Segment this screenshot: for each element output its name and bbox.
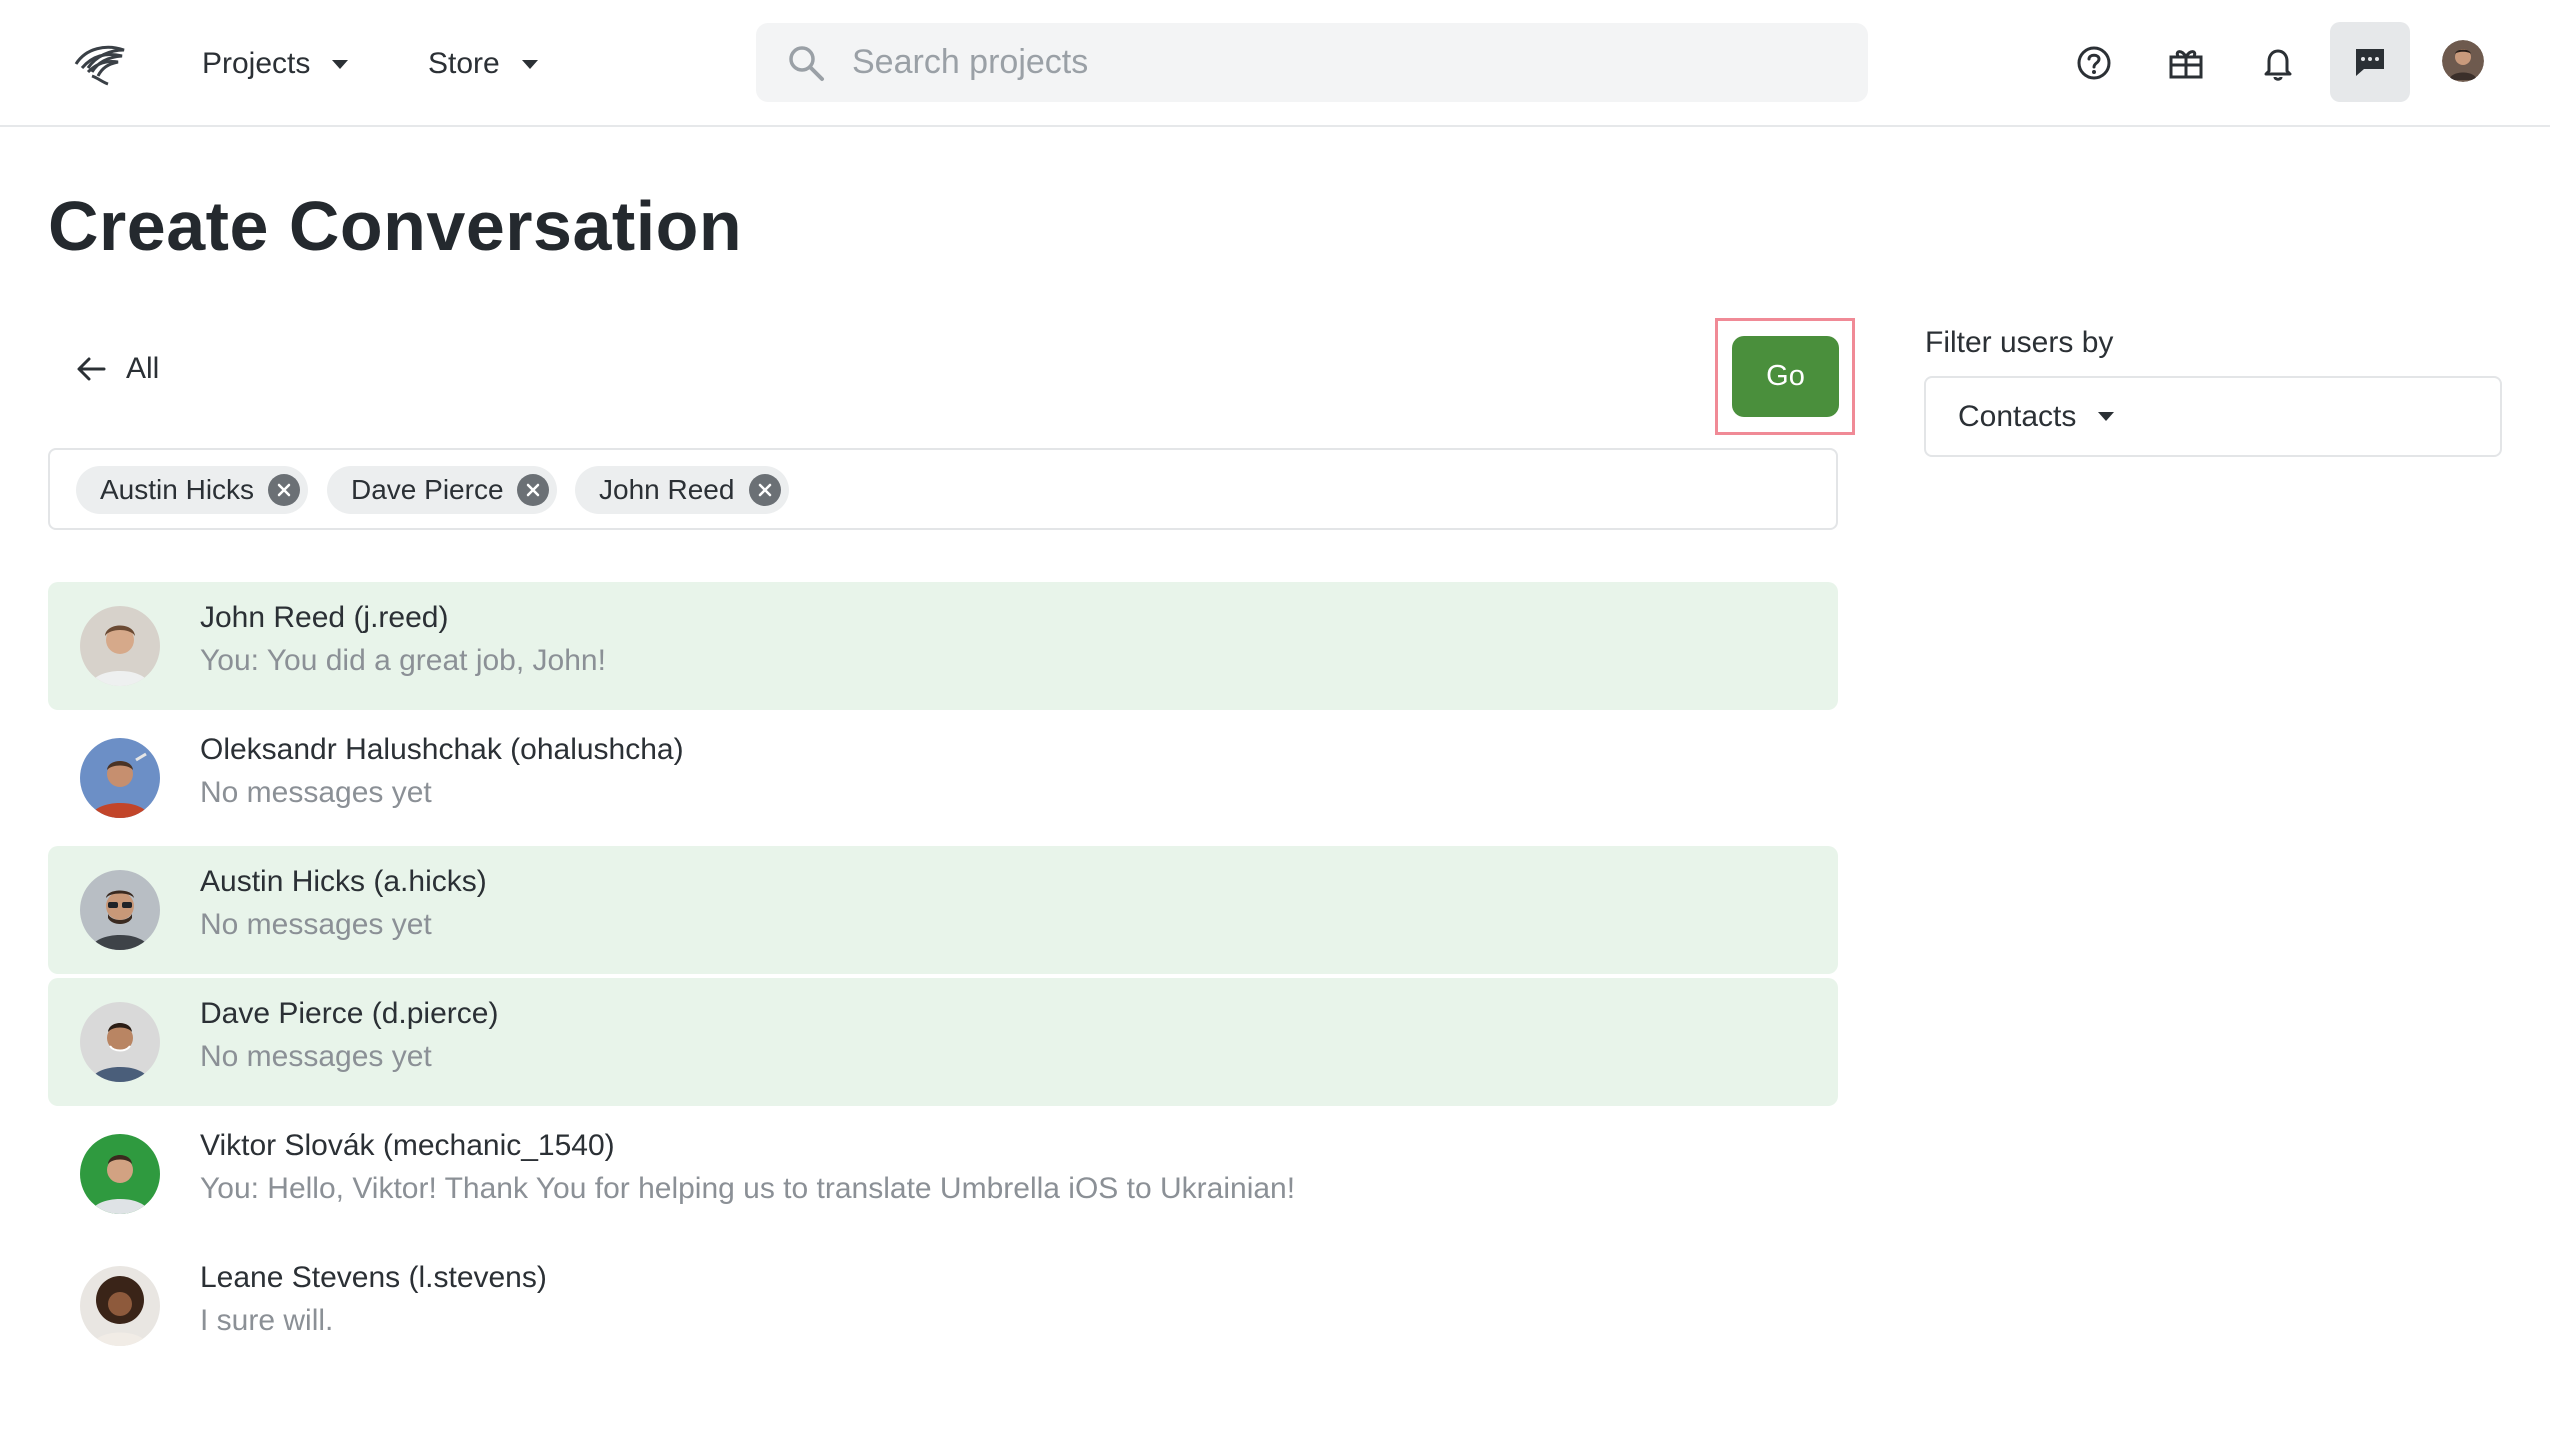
- search-icon: [786, 43, 826, 83]
- remove-chip-button[interactable]: [749, 474, 781, 506]
- avatar: [80, 1266, 160, 1346]
- last-message: I sure will.: [200, 1304, 334, 1337]
- go-button[interactable]: Go: [1732, 336, 1839, 417]
- last-message: No messages yet: [200, 1040, 432, 1073]
- last-message: No messages yet: [200, 776, 432, 809]
- chip-label: Dave Pierce: [351, 474, 504, 505]
- filter-selected-value: Contacts: [1958, 399, 2077, 433]
- close-icon: [758, 483, 772, 497]
- filter-users-select[interactable]: Contacts: [1924, 376, 2502, 457]
- notifications-button[interactable]: [2256, 41, 2300, 85]
- filter-label: Filter users by: [1925, 326, 2114, 359]
- chip-label: John Reed: [599, 474, 735, 505]
- last-message: You: You did a great job, John!: [200, 644, 606, 677]
- page-title: Create Conversation: [48, 187, 743, 265]
- nav-store-label: Store: [428, 47, 500, 80]
- nav-projects-label: Projects: [202, 47, 311, 80]
- close-icon: [526, 483, 540, 497]
- user-name: Leane Stevens (l.stevens): [200, 1261, 547, 1294]
- search-bar: [756, 23, 1868, 102]
- search-input[interactable]: [852, 23, 1842, 102]
- user-list-item[interactable]: Austin Hicks (a.hicks) No messages yet: [48, 846, 1838, 974]
- avatar: [80, 738, 160, 818]
- user-list-item[interactable]: John Reed (j.reed) You: You did a great …: [48, 582, 1838, 710]
- selected-recipients-field[interactable]: Austin Hicks Dave Pierce John Reed: [48, 448, 1838, 530]
- back-to-all-button[interactable]: All: [74, 352, 159, 386]
- avatar: [80, 1002, 160, 1082]
- remove-chip-button[interactable]: [517, 474, 549, 506]
- app-logo[interactable]: [72, 42, 128, 86]
- last-message: You: Hello, Viktor! Thank You for helpin…: [200, 1172, 1296, 1205]
- last-message: No messages yet: [200, 908, 432, 941]
- help-button[interactable]: [2072, 41, 2116, 85]
- nav-store-dropdown[interactable]: Store: [428, 40, 538, 88]
- chip-label: Austin Hicks: [100, 474, 255, 505]
- user-name: Austin Hicks (a.hicks): [200, 865, 487, 898]
- arrow-left-icon: [77, 357, 106, 381]
- user-name: John Reed (j.reed): [200, 601, 449, 634]
- user-avatar[interactable]: [2442, 40, 2484, 82]
- chevron-down-icon: [521, 59, 538, 69]
- user-name: Viktor Slovák (mechanic_1540): [200, 1129, 615, 1162]
- chat-icon: [2356, 49, 2384, 76]
- bell-icon: [2264, 49, 2292, 81]
- avatar: [80, 870, 160, 950]
- user-list-item[interactable]: Oleksandr Halushchak (ohalushcha) No mes…: [48, 714, 1838, 842]
- recipient-chip: John Reed: [575, 466, 789, 514]
- gift-icon: [2169, 50, 2203, 79]
- back-label: All: [126, 352, 160, 385]
- close-icon: [277, 483, 291, 497]
- user-list-item[interactable]: Dave Pierce (d.pierce) No messages yet: [48, 978, 1838, 1106]
- nav-projects-dropdown[interactable]: Projects: [202, 40, 349, 88]
- help-circle-icon: [2077, 46, 2111, 80]
- avatar: [80, 1134, 160, 1214]
- user-list-item[interactable]: Leane Stevens (l.stevens) I sure will.: [48, 1242, 1838, 1370]
- gifts-button[interactable]: [2164, 41, 2208, 85]
- chevron-down-icon: [332, 59, 349, 69]
- chevron-down-icon: [2098, 412, 2115, 421]
- recipient-chip: Austin Hicks: [76, 466, 308, 514]
- user-name: Dave Pierce (d.pierce): [200, 997, 499, 1030]
- messages-button[interactable]: [2330, 22, 2410, 102]
- top-navigation-bar: Projects Store: [0, 0, 2550, 127]
- remove-chip-button[interactable]: [268, 474, 300, 506]
- user-name: Oleksandr Halushchak (ohalushcha): [200, 733, 684, 766]
- user-list-item[interactable]: Viktor Slovák (mechanic_1540) You: Hello…: [48, 1110, 1838, 1238]
- avatar: [80, 606, 160, 686]
- recipient-chip: Dave Pierce: [327, 466, 557, 514]
